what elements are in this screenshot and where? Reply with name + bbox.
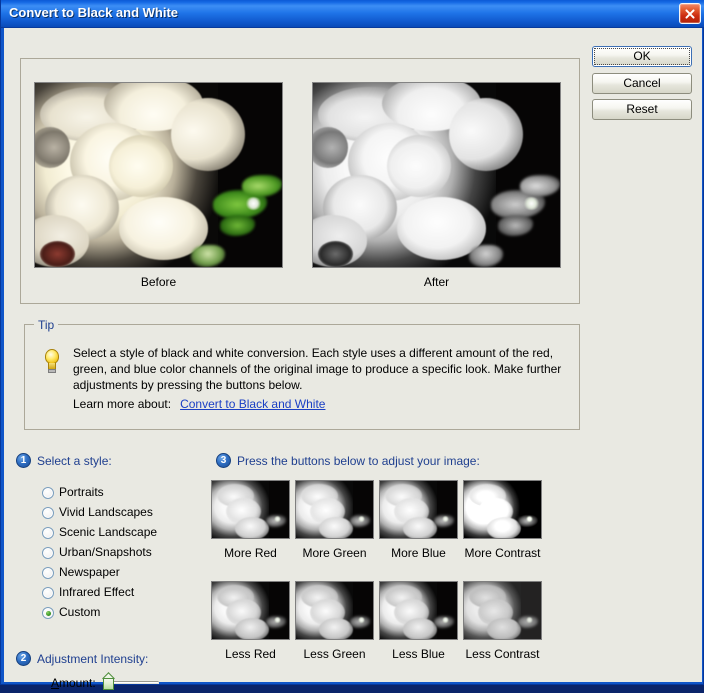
ok-button-label: OK	[633, 49, 651, 63]
adjust-cell-more-green: More Green	[295, 480, 374, 560]
adjust-button-more-green[interactable]	[295, 480, 374, 539]
before-preview-image	[34, 82, 283, 268]
adjust-button-less-green[interactable]	[295, 581, 374, 640]
tip-learn-prefix: Learn more about:	[73, 397, 172, 411]
cancel-button-label: Cancel	[623, 76, 661, 90]
adjust-button-label: Less Blue	[392, 647, 445, 661]
step-1-label: Select a style:	[37, 454, 112, 468]
tip-legend: Tip	[34, 318, 59, 332]
reset-button-label: Reset	[626, 102, 658, 116]
style-option-label: Vivid Landscapes	[59, 505, 153, 519]
adjust-cell-less-red: Less Red	[211, 581, 290, 661]
adjust-button-label: More Blue	[391, 546, 446, 560]
step-3-badge: 3	[216, 453, 231, 468]
style-option-label: Urban/Snapshots	[59, 545, 152, 559]
preview-panel: Before After	[20, 58, 580, 304]
dialog-window: Convert to Black and White Before After …	[0, 0, 704, 690]
amount-label-accel: A	[51, 676, 60, 690]
style-option-label: Custom	[59, 605, 101, 619]
step-2-label: Adjustment Intensity:	[37, 652, 149, 666]
after-preview-image	[312, 82, 561, 268]
ok-button[interactable]: OK	[592, 46, 692, 67]
radio-icon	[42, 567, 54, 579]
adjust-cell-more-contrast: More Contrast	[463, 480, 542, 560]
slider-thumb[interactable]	[102, 672, 115, 691]
adjust-button-label: More Green	[302, 546, 367, 560]
window-title: Convert to Black and White	[9, 5, 179, 20]
adjust-button-label: Less Contrast	[465, 647, 540, 661]
radio-icon	[42, 587, 54, 599]
tip-groupbox: Tip Select a style of black and white co…	[24, 318, 580, 430]
title-bar: Convert to Black and White	[1, 0, 704, 28]
adjust-button-less-contrast[interactable]	[463, 581, 542, 640]
radio-icon	[42, 507, 54, 519]
adjust-cell-less-green: Less Green	[295, 581, 374, 661]
step-3-label: Press the buttons below to adjust your i…	[237, 454, 480, 468]
close-icon[interactable]	[679, 3, 701, 24]
adjust-button-label: Less Red	[225, 647, 276, 661]
step-2-badge: 2	[16, 651, 31, 666]
amount-slider[interactable]	[99, 672, 161, 693]
style-option-label: Scenic Landscape	[59, 525, 158, 539]
adjust-button-label: More Contrast	[464, 546, 541, 560]
tip-learn-more: Learn more about: Convert to Black and Wh…	[73, 397, 325, 411]
adjust-button-label: More Red	[224, 546, 277, 560]
amount-label-rest: mount:	[59, 676, 96, 690]
radio-icon-selected	[42, 607, 54, 619]
before-caption: Before	[140, 275, 177, 289]
amount-label: Amount:	[51, 676, 96, 690]
style-option-label: Newspaper	[59, 565, 120, 579]
reset-button[interactable]: Reset	[592, 99, 692, 120]
adjust-cell-less-contrast: Less Contrast	[463, 581, 542, 661]
adjust-button-more-blue[interactable]	[379, 480, 458, 539]
step-1-badge: 1	[16, 453, 31, 468]
adjust-button-label: Less Green	[303, 647, 366, 661]
tip-learn-link[interactable]: Convert to Black and White	[180, 397, 325, 411]
adjust-button-more-contrast[interactable]	[463, 480, 542, 539]
style-option-label: Portraits	[59, 485, 104, 499]
before-preview-cell: Before	[34, 82, 283, 289]
dialog-client-area: Before After Tip Select a style of black…	[4, 28, 702, 690]
adjust-cell-more-blue: More Blue	[379, 480, 458, 560]
cancel-button[interactable]: Cancel	[592, 73, 692, 94]
adjust-cell-more-red: More Red	[211, 480, 290, 560]
adjust-button-more-red[interactable]	[211, 480, 290, 539]
radio-icon	[42, 527, 54, 539]
lightbulb-icon	[42, 349, 62, 375]
adjust-button-less-red[interactable]	[211, 581, 290, 640]
radio-icon	[42, 547, 54, 559]
after-caption: After	[423, 275, 450, 289]
adjust-cell-less-blue: Less Blue	[379, 581, 458, 661]
adjust-button-less-blue[interactable]	[379, 581, 458, 640]
style-option-label: Infrared Effect	[59, 585, 135, 599]
after-preview-cell: After	[312, 82, 561, 289]
radio-icon	[42, 487, 54, 499]
tip-body-text: Select a style of black and white conver…	[73, 346, 562, 392]
